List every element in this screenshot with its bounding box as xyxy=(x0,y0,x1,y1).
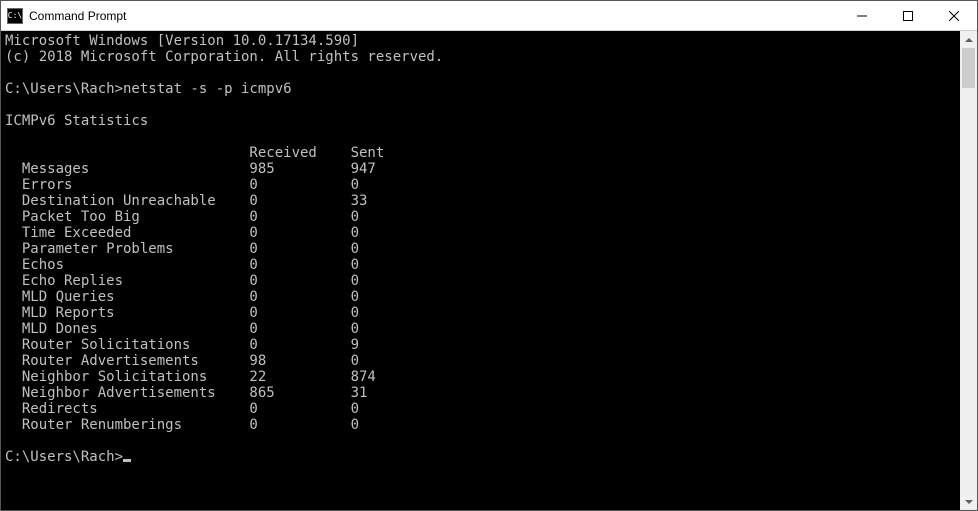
window-titlebar[interactable]: C:\ Command Prompt xyxy=(1,1,977,31)
prompt-line[interactable]: C:\Users\Rach> xyxy=(5,449,131,465)
prompt-path: C:\Users\Rach> xyxy=(5,449,123,465)
scroll-up-button[interactable] xyxy=(960,31,977,48)
terminal-output[interactable]: Microsoft Windows [Version 10.0.17134.59… xyxy=(1,31,960,510)
maximize-icon xyxy=(903,11,913,21)
minimize-icon xyxy=(857,11,867,21)
cmd-icon: C:\ xyxy=(7,8,23,24)
chevron-down-icon xyxy=(965,500,973,504)
cursor xyxy=(123,459,131,462)
window-title: Command Prompt xyxy=(29,9,126,23)
chevron-up-icon xyxy=(965,38,973,42)
vertical-scrollbar[interactable] xyxy=(960,31,977,510)
maximize-button[interactable] xyxy=(885,1,931,31)
scroll-thumb[interactable] xyxy=(962,48,975,88)
close-button[interactable] xyxy=(931,1,977,31)
close-icon xyxy=(949,11,959,21)
scroll-down-button[interactable] xyxy=(960,493,977,510)
minimize-button[interactable] xyxy=(839,1,885,31)
